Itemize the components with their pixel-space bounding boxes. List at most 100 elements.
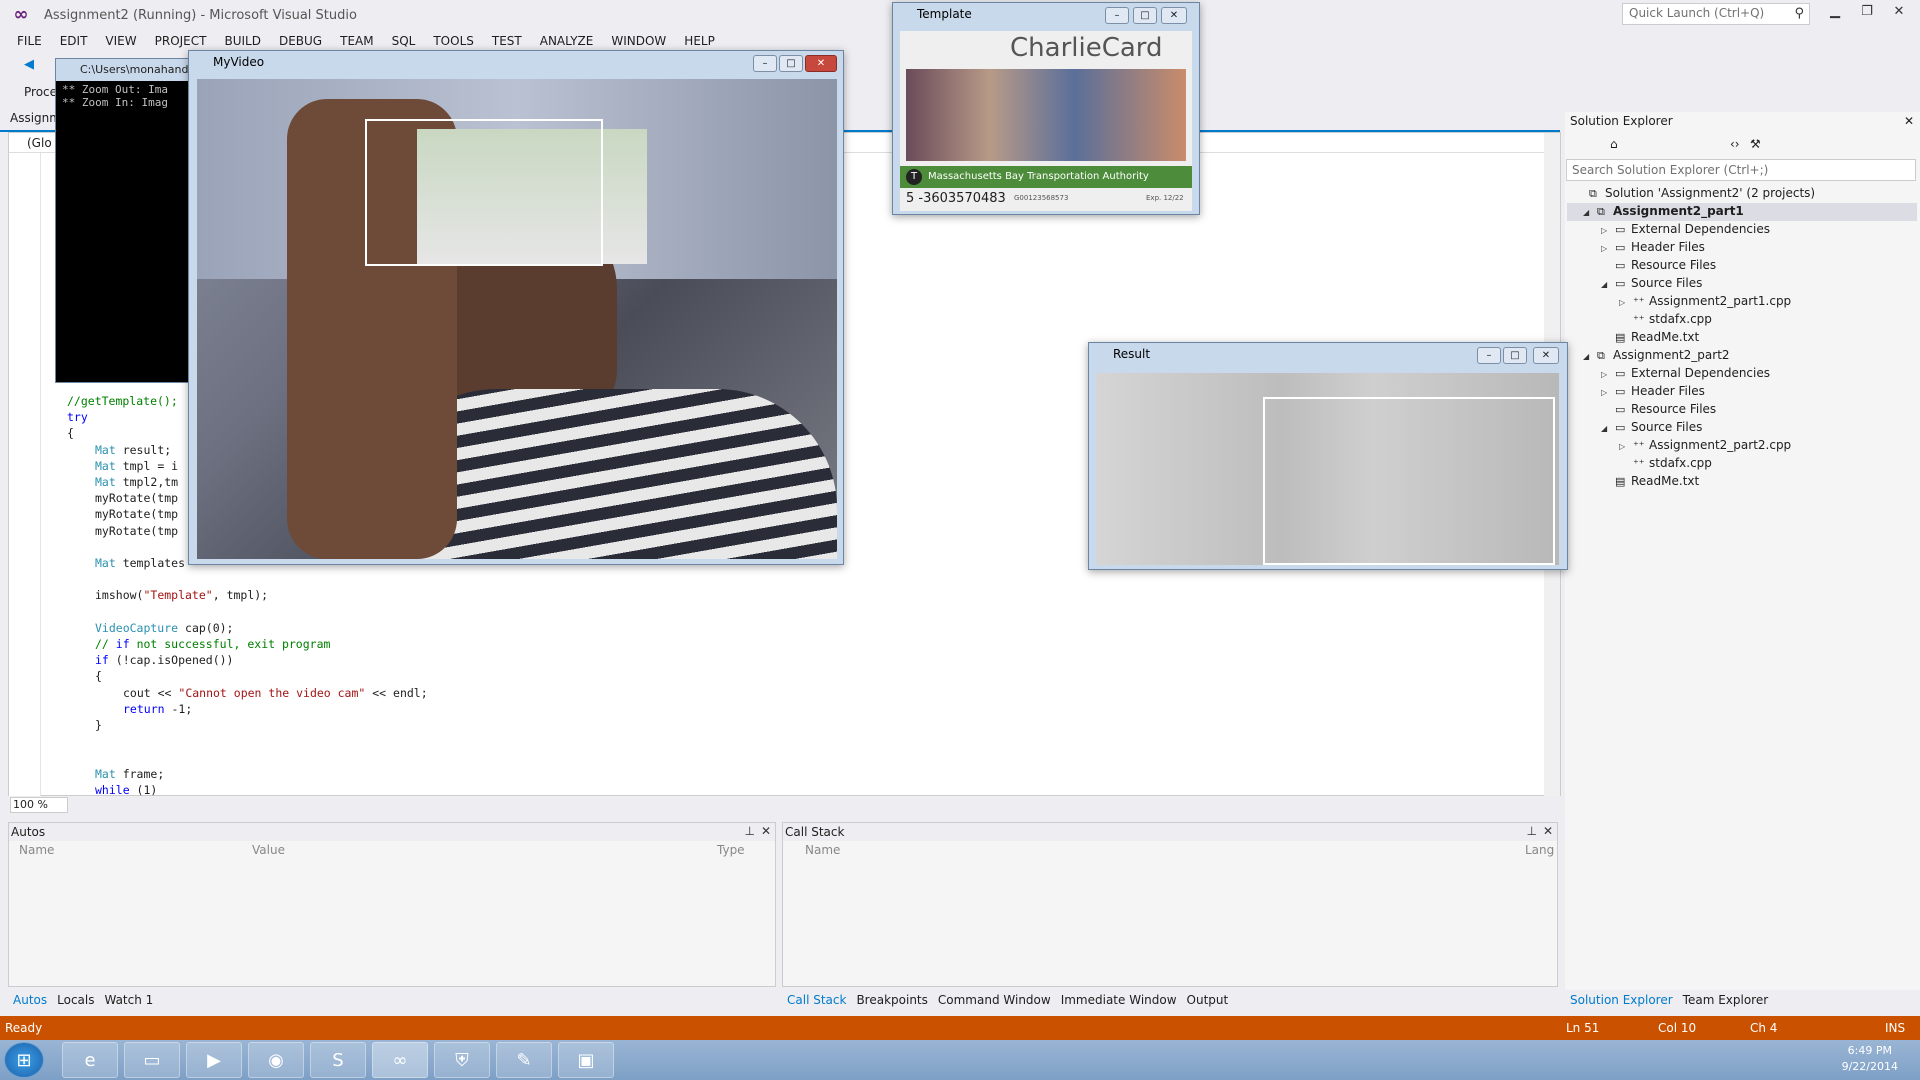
maximize-button[interactable]: □ [1133, 7, 1157, 24]
tree-node[interactable]: ◢ ▭ Source Files [1601, 274, 1702, 292]
tree-node[interactable]: ▷ ▭ Header Files [1601, 238, 1705, 256]
close-button[interactable]: ✕ [1533, 347, 1559, 364]
menu-item-tools[interactable]: TOOLS [424, 34, 483, 48]
maximize-button[interactable]: □ [1503, 347, 1527, 364]
tree-node[interactable]: ▤ ReadMe.txt [1601, 472, 1699, 490]
sublime-text-icon[interactable]: S [310, 1042, 366, 1078]
tree-node[interactable]: ⧉ Solution 'Assignment2' (2 projects) [1575, 184, 1815, 202]
tree-node[interactable]: ⁺⁺ stdafx.cpp [1619, 310, 1712, 328]
zoom-level[interactable]: 100 % [10, 797, 68, 813]
tree-node[interactable]: ▭ Resource Files [1601, 256, 1716, 274]
tab-document[interactable]: Assignm [10, 111, 61, 125]
tab-team-explorer[interactable]: Team Explorer [1678, 990, 1774, 1010]
chrome-icon[interactable]: ◉ [248, 1042, 304, 1078]
tab-output[interactable]: Output [1182, 990, 1234, 1010]
expand-arrow-icon[interactable]: ◢ [1601, 276, 1615, 294]
tab-solution-explorer[interactable]: Solution Explorer [1565, 990, 1678, 1010]
maximize-button[interactable]: □ [779, 55, 803, 72]
menu-item-analyze[interactable]: ANALYZE [531, 34, 603, 48]
minimize-button[interactable]: ▁ [1820, 4, 1850, 24]
pin-icon[interactable]: ⊥ [1527, 824, 1537, 838]
close-button[interactable]: ✕ [805, 55, 837, 72]
menu-item-build[interactable]: BUILD [215, 34, 269, 48]
close-icon[interactable]: ✕ [1904, 114, 1914, 128]
tree-node[interactable]: ▷ ⁺⁺ Assignment2_part2.cpp [1619, 436, 1791, 454]
media-player-icon[interactable]: ▶ [186, 1042, 242, 1078]
file-icon: ⧉ [1597, 205, 1605, 218]
tab-immediate-window[interactable]: Immediate Window [1056, 990, 1182, 1010]
code-line: Mat tmpl = i [95, 458, 179, 473]
menu-item-help[interactable]: HELP [675, 34, 724, 48]
expand-arrow-icon[interactable]: ◢ [1583, 204, 1597, 222]
code-line: if (!cap.isOpened()) [95, 653, 234, 668]
internet-explorer-icon[interactable]: e [62, 1042, 118, 1078]
code-line: imshow("Template", tmpl); [95, 588, 269, 603]
tab-command-window[interactable]: Command Window [933, 990, 1056, 1010]
properties-icon[interactable]: ⚒ [1750, 137, 1761, 151]
minimize-button[interactable]: – [1105, 7, 1129, 24]
tab-watch-1[interactable]: Watch 1 [99, 990, 158, 1010]
close-icon[interactable]: ✕ [1543, 824, 1553, 838]
status-bar: Ready Ln 51 Col 10 Ch 4 INS [0, 1016, 1920, 1040]
code-icon[interactable]: ‹› [1730, 137, 1740, 151]
solution-explorer-tabs: Solution Explorer Team Explorer [1565, 990, 1773, 1010]
solution-search-input[interactable]: Search Solution Explorer (Ctrl+;) [1566, 159, 1916, 181]
menu-item-edit[interactable]: EDIT [51, 34, 97, 48]
status-ch: Ch 4 [1750, 1021, 1778, 1035]
paint-icon[interactable]: ✎ [496, 1042, 552, 1078]
file-icon: ⁺⁺ [1633, 457, 1645, 470]
menu-item-team[interactable]: TEAM [331, 34, 382, 48]
tree-node[interactable]: ▤ ReadMe.txt [1601, 328, 1699, 346]
result-window[interactable]: Result – □ ✕ [1088, 342, 1568, 570]
menu-item-sql[interactable]: SQL [383, 34, 425, 48]
menu-item-test[interactable]: TEST [483, 34, 531, 48]
tree-node-label: Source Files [1631, 420, 1703, 434]
tab-autos[interactable]: Autos [8, 990, 52, 1010]
tab-call-stack[interactable]: Call Stack [782, 990, 851, 1010]
console-window-icon[interactable]: ▣ [558, 1042, 614, 1078]
tree-node[interactable]: ◢ ⧉ Assignment2_part1 [1583, 202, 1744, 220]
close-icon[interactable]: ✕ [761, 824, 771, 838]
tab-locals[interactable]: Locals [52, 990, 99, 1010]
myvideo-window[interactable]: MyVideo – □ ✕ [188, 50, 844, 565]
tree-node[interactable]: ⁺⁺ stdafx.cpp [1619, 454, 1712, 472]
system-clock[interactable]: 6:49 PM 9/22/2014 [1842, 1043, 1898, 1075]
security-shield-icon[interactable]: ⛨ [434, 1042, 490, 1078]
start-button-icon[interactable]: ⊞ [4, 1042, 44, 1078]
menu-item-view[interactable]: VIEW [96, 34, 145, 48]
console-window[interactable]: C:\Users\monahand ** Zoom Out: Ima ** Zo… [55, 58, 200, 383]
close-button[interactable]: ✕ [1884, 4, 1914, 24]
tree-node[interactable]: ▷ ⁺⁺ Assignment2_part1.cpp [1619, 292, 1791, 310]
expand-arrow-icon[interactable]: ◢ [1583, 348, 1597, 366]
template-window[interactable]: Template – □ ✕ CharlieCard Massachusetts… [892, 2, 1200, 215]
close-button[interactable]: ✕ [1161, 7, 1187, 24]
minimize-button[interactable]: – [753, 55, 777, 72]
menu-item-file[interactable]: FILE [8, 34, 51, 48]
autos-title: Autos [9, 823, 775, 841]
tree-node[interactable]: ▷ ▭ Header Files [1601, 382, 1705, 400]
tree-node[interactable]: ▷ ▭ External Dependencies [1601, 220, 1770, 238]
minimize-button[interactable]: – [1477, 347, 1501, 364]
back-icon[interactable]: ◀ [24, 57, 34, 72]
tree-node[interactable]: ▭ Resource Files [1601, 400, 1716, 418]
pin-icon[interactable]: ⊥ [745, 824, 755, 838]
debug-tabs-left: Autos Locals Watch 1 [8, 990, 158, 1010]
tree-node[interactable]: ◢ ▭ Source Files [1601, 418, 1702, 436]
tab-breakpoints[interactable]: Breakpoints [851, 990, 932, 1010]
visual-studio-icon[interactable]: ∞ [372, 1042, 428, 1078]
quick-launch-input[interactable]: Quick Launch (Ctrl+Q) ⚲ [1622, 3, 1810, 25]
scope-dropdown[interactable]: (Glo [27, 136, 52, 150]
tree-node[interactable]: ◢ ⧉ Assignment2_part2 [1583, 346, 1730, 364]
menu-item-debug[interactable]: DEBUG [270, 34, 331, 48]
expand-arrow-icon[interactable]: ◢ [1601, 420, 1615, 438]
menu-item-project[interactable]: PROJECT [146, 34, 216, 48]
file-icon: ▭ [1615, 223, 1626, 236]
home-icon[interactable]: ⌂ [1610, 137, 1618, 151]
tree-node[interactable]: ▷ ▭ External Dependencies [1601, 364, 1770, 382]
restore-button[interactable]: ❐ [1852, 4, 1882, 24]
tree-node-label: Assignment2_part2.cpp [1649, 438, 1792, 452]
file-explorer-icon[interactable]: ▭ [124, 1042, 180, 1078]
card-brand: CharlieCard [1010, 33, 1163, 63]
menu-item-window[interactable]: WINDOW [602, 34, 675, 48]
visual-studio-logo-icon: ∞ [13, 4, 29, 25]
